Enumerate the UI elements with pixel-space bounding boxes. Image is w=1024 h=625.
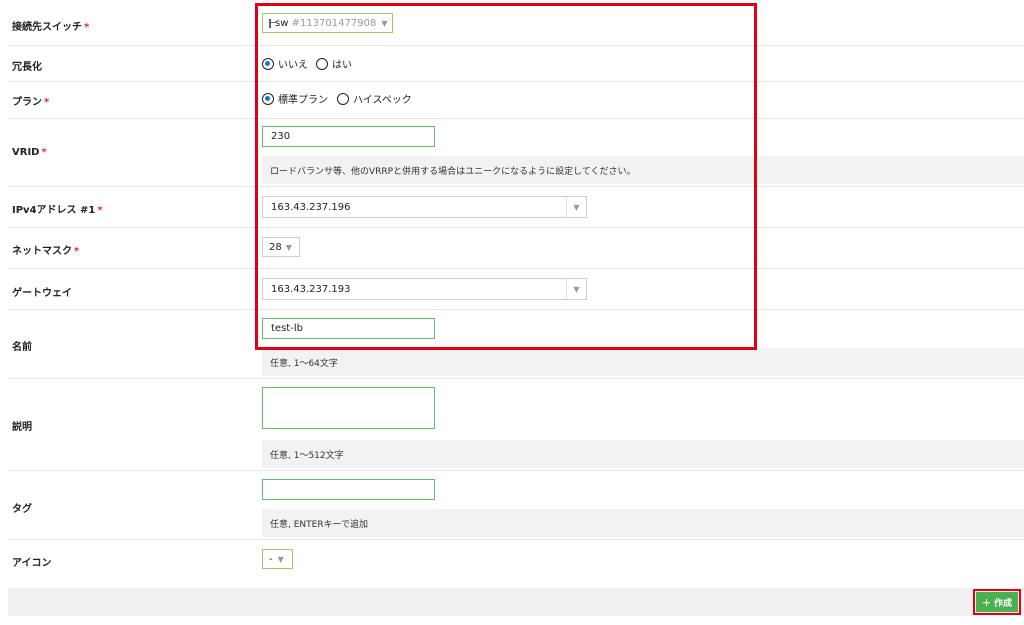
description-textarea[interactable] <box>262 387 435 429</box>
plan-highspec-radio[interactable]: ハイスペック <box>337 91 412 106</box>
redundancy-yes-radio[interactable]: はい <box>316 56 352 71</box>
create-button-label: 作成 <box>994 598 1013 609</box>
chevron-down-icon: ▼ <box>566 197 586 217</box>
gateway-value: 163.43.237.193 <box>271 283 351 295</box>
redundancy-no-label: いいえ <box>278 60 308 71</box>
redundancy-no-radio[interactable]: いいえ <box>262 56 308 71</box>
chevron-down-icon: ▼ <box>566 279 586 299</box>
row-icon <box>8 539 1024 579</box>
name-label: 名前 <box>12 342 32 353</box>
plan-label: プラン * <box>12 97 50 108</box>
ipv4-select[interactable]: 163.43.237.196 ▼ <box>262 196 587 218</box>
row-switch <box>8 3 1024 46</box>
plus-icon: ＋ <box>981 598 991 609</box>
switch-id: #113701477908 <box>291 17 377 29</box>
switch-label: 接続先スイッチ * <box>12 22 90 33</box>
tag-help-text: 任意, ENTERキーで追加 <box>262 509 1024 537</box>
ipv4-value: 163.43.237.196 <box>271 201 351 213</box>
icon-value: - <box>269 553 273 565</box>
switch-name: sw <box>275 17 289 29</box>
form-footer: ＋作成 <box>8 588 1024 616</box>
radio-checked-icon <box>262 92 274 105</box>
ipv4-label: IPv4アドレス #1 * <box>12 205 103 216</box>
row-plan <box>8 81 1024 119</box>
switch-icon <box>269 18 277 28</box>
tag-input[interactable] <box>262 479 435 500</box>
netmask-value: 28 <box>269 241 282 253</box>
create-button[interactable]: ＋作成 <box>973 589 1021 615</box>
row-netmask <box>8 227 1024 269</box>
icon-label: アイコン <box>12 558 52 569</box>
vrid-input[interactable]: 230 <box>262 126 435 147</box>
tag-label: タグ <box>12 504 32 515</box>
chevron-down-icon: ▼ <box>277 554 284 564</box>
plan-standard-label: 標準プラン <box>278 95 328 106</box>
vrid-help-text: ロードバランサ等、他のVRRPと併用する場合はユニークになるように設定してくださ… <box>262 156 1024 184</box>
netmask-select[interactable]: 28 ▼ <box>262 237 300 257</box>
chevron-down-icon: ▼ <box>285 242 292 252</box>
chevron-down-icon: ▼ <box>381 18 388 28</box>
icon-select[interactable]: - ▼ <box>262 549 293 569</box>
gateway-select[interactable]: 163.43.237.193 ▼ <box>262 278 587 300</box>
radio-unchecked-icon <box>337 92 349 105</box>
description-label: 説明 <box>12 422 32 433</box>
redundancy-yes-label: はい <box>332 60 352 71</box>
plan-highspec-label: ハイスペック <box>353 95 412 106</box>
vrid-label: VRID * <box>12 147 47 158</box>
description-help-text: 任意, 1〜512文字 <box>262 440 1024 468</box>
row-redundancy <box>8 45 1024 82</box>
name-help-text: 任意, 1〜64文字 <box>262 348 1024 376</box>
gateway-label: ゲートウェイ <box>12 288 72 299</box>
redundancy-label: 冗長化 <box>12 62 42 73</box>
plan-standard-radio[interactable]: 標準プラン <box>262 91 328 106</box>
switch-select[interactable]: sw #113701477908 ▼ <box>262 13 393 33</box>
radio-unchecked-icon <box>316 57 328 70</box>
netmask-label: ネットマスク * <box>12 246 80 257</box>
radio-checked-icon <box>262 57 274 70</box>
name-input[interactable]: test-lb <box>262 318 435 339</box>
